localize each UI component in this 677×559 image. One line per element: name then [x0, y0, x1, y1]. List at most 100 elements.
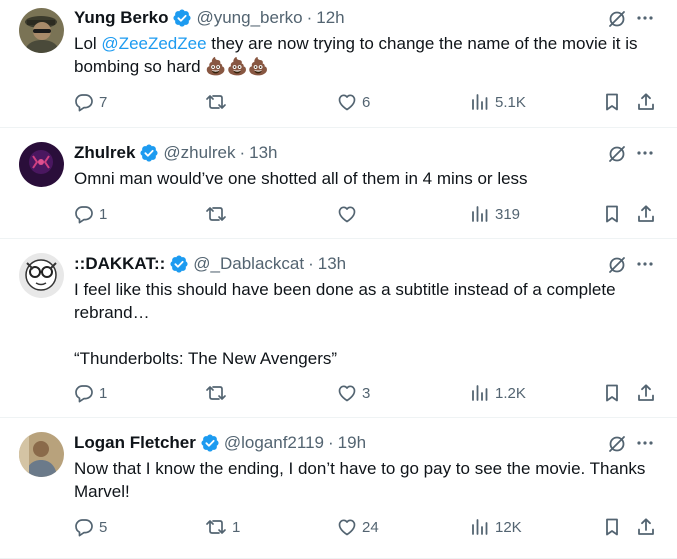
author-name[interactable]: Logan Fletcher [74, 433, 196, 453]
author-handle[interactable]: @zhulrek [163, 143, 235, 163]
reply-tweet[interactable]: Logan Fletcher @loganf2119 · 19h Now tha… [0, 418, 677, 559]
like-button[interactable]: 3 [337, 382, 370, 404]
like-count: 3 [362, 384, 371, 402]
views-button[interactable]: 1.2K [470, 382, 526, 404]
repost-icon [205, 517, 227, 537]
verified-badge-icon [172, 8, 192, 28]
grok-icon[interactable] [607, 9, 627, 34]
reply-icon [74, 517, 94, 537]
views-button[interactable]: 5.1K [470, 91, 526, 113]
verified-badge-icon [200, 433, 220, 453]
grok-icon[interactable] [607, 255, 627, 280]
avatar[interactable] [19, 142, 64, 187]
reply-tweet[interactable]: Zhulrek @zhulrek · 13h Omni man would’ve… [0, 128, 677, 239]
grok-icon[interactable] [607, 144, 627, 169]
author-handle[interactable]: @loganf2119 [224, 433, 324, 453]
timestamp[interactable]: 19h [338, 433, 366, 453]
emoji: 💩💩💩 [205, 57, 269, 76]
share-button[interactable] [636, 203, 656, 225]
reply-button[interactable]: 7 [74, 91, 107, 113]
reply-icon [74, 204, 94, 224]
timestamp[interactable]: 13h [318, 254, 346, 274]
repost-button[interactable] [205, 382, 232, 404]
reply-tweet[interactable]: ::DAKKAT:: @_Dablackcat · 13h I feel lik… [0, 239, 677, 418]
separator-dot: · [239, 143, 246, 162]
separator-dot: · [328, 433, 334, 452]
like-button[interactable]: 6 [337, 91, 370, 113]
share-button[interactable] [636, 382, 656, 404]
view-count: 1.2K [495, 384, 526, 402]
bookmark-button[interactable] [602, 382, 622, 404]
timestamp[interactable]: 12h [316, 8, 344, 28]
reply-button[interactable]: 5 [74, 516, 107, 538]
like-button[interactable] [337, 203, 362, 225]
reply-count: 7 [99, 93, 108, 111]
share-button[interactable] [636, 516, 656, 538]
reply-tweet[interactable]: Yung Berko @yung_berko · 12h Lol @ZeeZed… [0, 0, 677, 128]
reply-button[interactable]: 1 [74, 203, 107, 225]
reply-count: 1 [99, 384, 108, 402]
more-icon[interactable] [635, 8, 655, 28]
share-icon [636, 204, 656, 224]
like-count: 24 [362, 518, 379, 536]
like-icon [337, 92, 357, 112]
bookmark-button[interactable] [602, 203, 622, 225]
bookmark-icon [602, 383, 622, 403]
author-name[interactable]: Yung Berko [74, 8, 168, 28]
mention-link[interactable]: @ZeeZedZee [101, 34, 206, 53]
grok-icon[interactable] [607, 434, 627, 459]
repost-icon [205, 92, 227, 112]
views-icon [470, 204, 490, 224]
action-bar: 5 1 24 12K [74, 516, 660, 538]
tweet-text: Omni man would’ve one shotted all of the… [74, 169, 528, 188]
more-icon[interactable] [635, 143, 655, 163]
share-icon [636, 517, 656, 537]
action-bar: 1 3 1.2K [74, 382, 660, 404]
author-name[interactable]: ::DAKKAT:: [74, 254, 165, 274]
author-handle[interactable]: @yung_berko [196, 8, 302, 28]
view-count: 319 [495, 205, 521, 223]
bookmark-button[interactable] [602, 91, 622, 113]
author-name[interactable]: Zhulrek [74, 143, 135, 163]
view-count: 5.1K [495, 93, 526, 111]
avatar[interactable] [19, 8, 64, 53]
views-button[interactable]: 12K [470, 516, 522, 538]
repost-button[interactable] [205, 203, 232, 225]
verified-badge-icon [169, 254, 189, 274]
author-handle[interactable]: @_Dablackcat [193, 254, 304, 274]
tweet-text: Now that I know the ending, I don’t have… [74, 459, 651, 501]
action-bar: 1 319 [74, 203, 660, 225]
more-icon[interactable] [635, 254, 655, 274]
share-button[interactable] [636, 91, 656, 113]
tweet-header: Yung Berko @yung_berko · 12h [74, 7, 345, 29]
repost-count: 1 [232, 518, 241, 536]
timestamp[interactable]: 13h [249, 143, 277, 163]
share-icon [636, 92, 656, 112]
bookmark-icon [602, 517, 622, 537]
avatar[interactable] [19, 253, 64, 298]
views-icon [470, 92, 490, 112]
like-icon [337, 517, 357, 537]
view-count: 12K [495, 518, 522, 536]
repost-button[interactable]: 1 [205, 516, 240, 538]
separator-dot: · [308, 254, 314, 273]
like-icon [337, 204, 357, 224]
reply-icon [74, 92, 94, 112]
avatar[interactable] [19, 432, 64, 477]
repost-icon [205, 383, 227, 403]
reply-button[interactable]: 1 [74, 382, 107, 404]
share-icon [636, 383, 656, 403]
like-button[interactable]: 24 [337, 516, 379, 538]
reply-feed: Yung Berko @yung_berko · 12h Lol @ZeeZed… [0, 0, 677, 559]
views-button[interactable]: 319 [470, 203, 520, 225]
tweet-text-part: Lol [74, 34, 102, 53]
bookmark-icon [602, 204, 622, 224]
tweet-header: Zhulrek @zhulrek · 13h [74, 142, 278, 164]
bookmark-button[interactable] [602, 516, 622, 538]
like-icon [337, 383, 357, 403]
action-bar: 7 6 5.1K [74, 91, 660, 113]
more-icon[interactable] [635, 433, 655, 453]
tweet-header: Logan Fletcher @loganf2119 · 19h [74, 432, 366, 454]
repost-button[interactable] [205, 91, 232, 113]
reply-count: 5 [99, 518, 108, 536]
